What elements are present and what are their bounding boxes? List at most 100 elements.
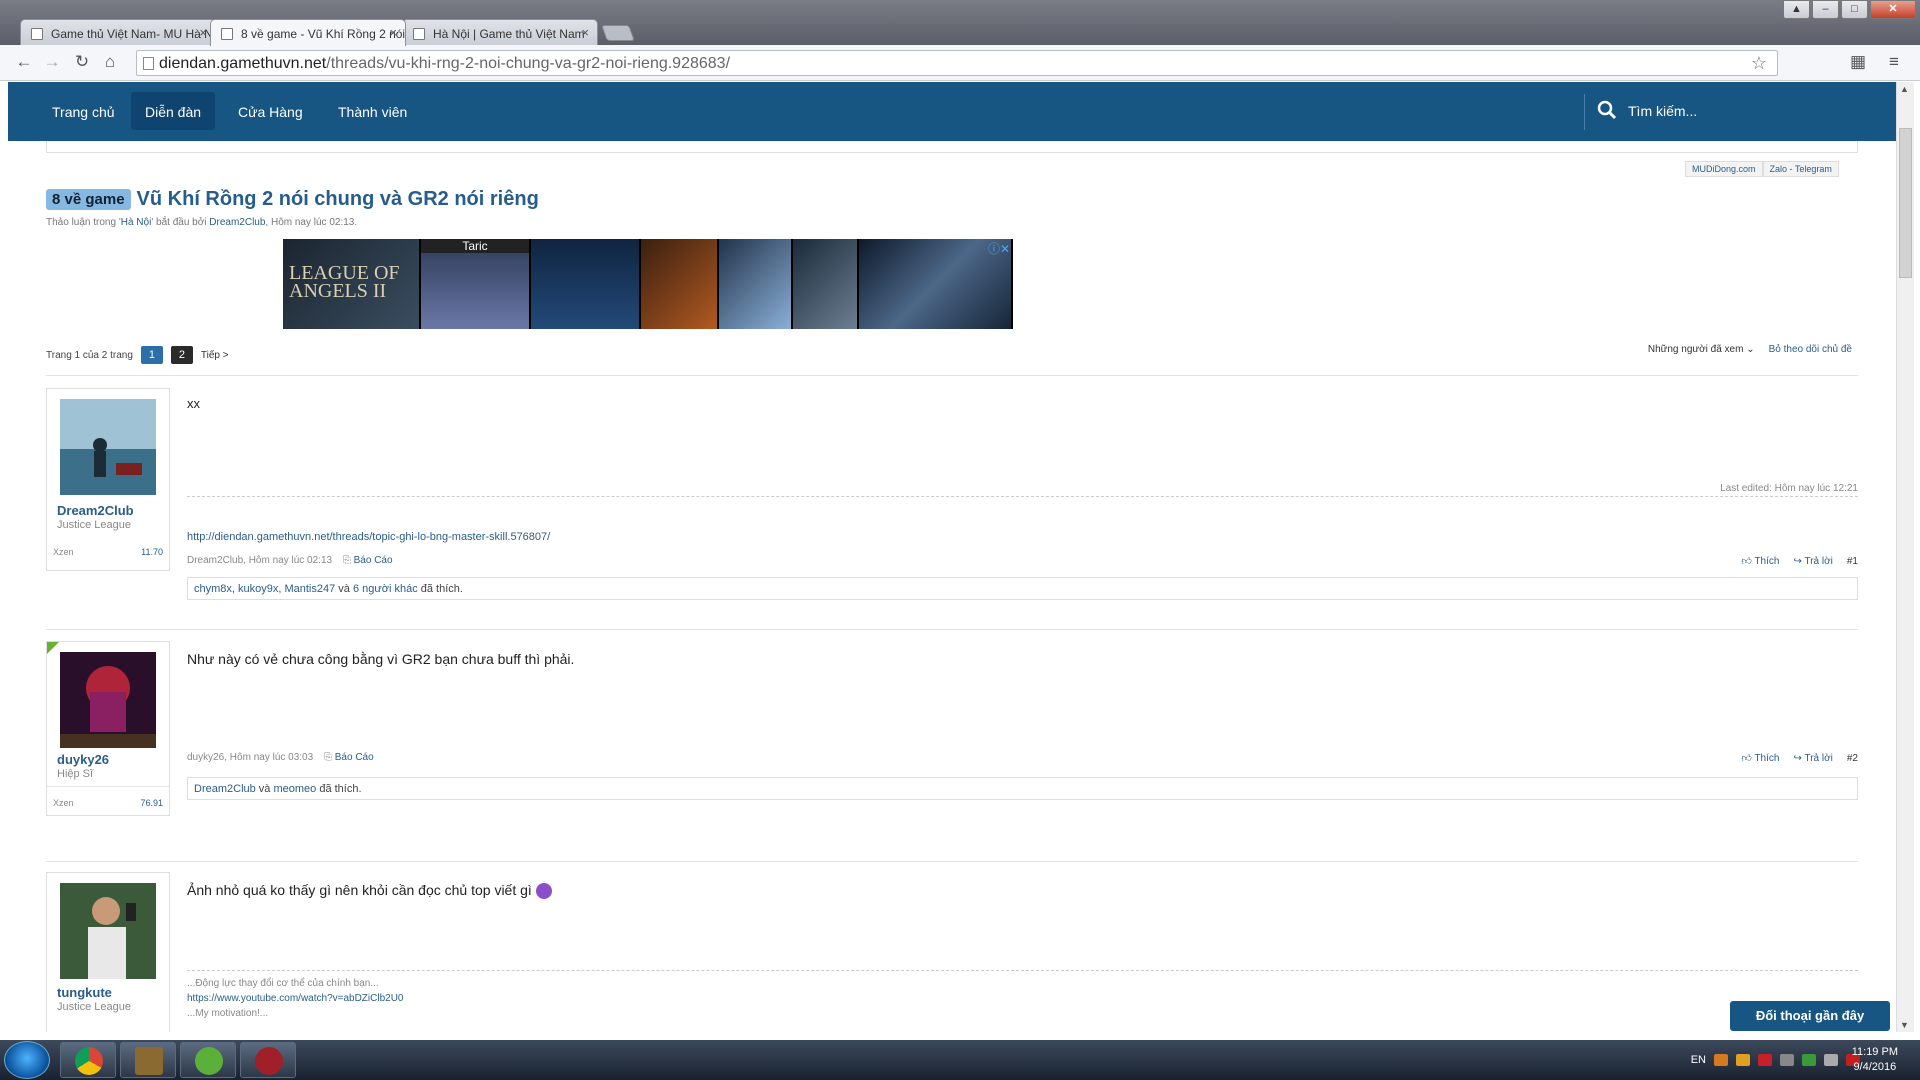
ad-logo: LEAGUE OF ANGELS II	[283, 239, 421, 329]
chrome-icon	[75, 1047, 103, 1075]
home-icon[interactable]: ⌂	[100, 52, 120, 72]
other-likers-link[interactable]: 6 người khác	[353, 583, 418, 595]
menu-icon[interactable]: ≡	[1884, 52, 1904, 72]
user-title: Justice League	[57, 1001, 131, 1013]
ad-character-image	[719, 239, 793, 329]
other-likers-link[interactable]: meomeo	[273, 783, 316, 795]
reload-icon[interactable]: ↻	[72, 52, 92, 72]
username[interactable]: tungkute	[57, 985, 112, 1000]
likers-links[interactable]: Dream2Club	[194, 783, 256, 795]
new-tab-button[interactable]	[601, 25, 635, 41]
page-1-button[interactable]: 1	[140, 346, 163, 364]
close-icon[interactable]: ×	[389, 25, 397, 40]
system-clock[interactable]: 11:19 PM 9/4/2016	[1852, 1045, 1898, 1075]
signature-link[interactable]: https://www.youtube.com/watch?v=abDZiClb…	[187, 993, 404, 1004]
tab-game-thu-viet-nam[interactable]: Game thủ Việt Nam- MU Hà Nội ×	[20, 19, 216, 46]
page-2-button[interactable]: 2	[170, 346, 193, 364]
nav-trang-chu[interactable]: Trang chủ	[38, 92, 129, 130]
post-3: tungkute Justice League Ảnh nhỏ quá ko t…	[46, 872, 1858, 1032]
taskbar-app[interactable]	[180, 1042, 236, 1078]
likes-summary: chym8x, kukoy9x, Mantis247 và 6 người kh…	[187, 577, 1858, 600]
like-label: Thích	[1754, 556, 1780, 567]
post-number[interactable]: #2	[1847, 753, 1858, 764]
nav-thanh-vien[interactable]: Thành viên	[324, 92, 421, 130]
tab-current-thread[interactable]: 8 về game - Vũ Khí Rồng 2 nói chung ×	[210, 19, 406, 46]
post-author-time: Dream2Club, Hôm nay lúc 02:13	[187, 555, 333, 566]
minimize-button[interactable]: –	[1812, 0, 1839, 19]
close-icon[interactable]: ×	[581, 25, 589, 40]
post-message-text: Ảnh nhỏ quá ko thấy gì nên khỏi cần đọc …	[187, 882, 532, 898]
maximize-button[interactable]: □	[1841, 0, 1868, 19]
advertisement-banner[interactable]: LEAGUE OF ANGELS II Taric ⓘ✕	[283, 239, 1013, 329]
close-window-button[interactable]: ✕	[1870, 0, 1916, 19]
tray-app-icon[interactable]	[1802, 1054, 1816, 1066]
user-icon[interactable]: ▲	[1783, 0, 1810, 19]
next-page-link[interactable]: Tiếp >	[201, 350, 229, 361]
link-zalo-telegram[interactable]: Zalo - Telegram	[1762, 161, 1839, 177]
thread-title-row: 8 về game Vũ Khí Rồng 2 nói chung và GR2…	[46, 188, 539, 211]
ad-close-icon[interactable]: ⓘ✕	[988, 240, 1010, 257]
avatar[interactable]	[60, 399, 156, 495]
avatar[interactable]	[60, 883, 156, 979]
likers-links[interactable]: chym8x, kukoy9x, Mantis247	[194, 583, 335, 595]
unwatch-thread-link[interactable]: Bỏ theo dõi chủ đề	[1769, 344, 1852, 355]
network-icon[interactable]	[1824, 1054, 1838, 1066]
scroll-down-icon[interactable]: ▼	[1900, 1020, 1909, 1030]
tray-app-icon[interactable]	[1758, 1054, 1772, 1066]
likes-summary: Dream2Club và meomeo đã thích.	[187, 777, 1858, 800]
post-actions: 👍︎ Thích ↪ Trả lời #1	[1741, 555, 1858, 568]
username[interactable]: duyky26	[57, 752, 109, 767]
thread-prefix[interactable]: 8 về game	[46, 189, 131, 210]
start-button[interactable]	[4, 1041, 50, 1079]
page-icon	[143, 57, 154, 70]
taskbar-app[interactable]	[240, 1042, 296, 1078]
nav-dien-dan[interactable]: Diễn đàn	[131, 92, 216, 130]
extension-icon[interactable]: ▦	[1848, 52, 1868, 72]
bookmark-star-icon[interactable]: ☆	[1751, 53, 1767, 74]
reply-label: Trả lời	[1804, 752, 1833, 764]
signature-link[interactable]: http://diendan.gamethuvn.net/threads/top…	[187, 531, 550, 543]
meta-text: Thảo luận trong '	[46, 217, 121, 228]
recent-conversations-button[interactable]: Đối thoại gần đây	[1730, 1001, 1890, 1031]
post-1-footer: Xzen 11.70 http://diendan.gamethuvn.net/…	[46, 531, 1858, 611]
like-label: Thích	[1754, 753, 1780, 764]
ad-character-image	[793, 239, 859, 329]
report-link[interactable]: ⎘ Báo Cáo	[343, 555, 393, 566]
nav-cua-hang[interactable]: Cửa Hàng	[224, 92, 317, 130]
like-button[interactable]: 👍︎ Thích	[1741, 555, 1779, 567]
post-number[interactable]: #1	[1847, 556, 1858, 567]
reply-icon: ↪	[1793, 555, 1802, 567]
scroll-up-icon[interactable]: ▲	[1900, 84, 1909, 94]
forward-icon[interactable]: →	[42, 52, 62, 72]
tray-app-icon[interactable]	[1714, 1054, 1728, 1066]
scrollbar[interactable]: ▲ ▼	[1896, 82, 1914, 1032]
meta-forum-link[interactable]: Hà Nội	[121, 217, 152, 228]
system-tray: EN	[1691, 1054, 1860, 1066]
tab-ha-noi[interactable]: Hà Nội | Game thủ Việt Nam ×	[402, 19, 598, 46]
tray-app-icon[interactable]	[1736, 1054, 1750, 1066]
meta-author-link[interactable]: Dream2Club	[209, 217, 265, 228]
back-icon[interactable]: ←	[14, 52, 34, 72]
like-button[interactable]: 👍︎ Thích	[1741, 752, 1779, 764]
volume-icon[interactable]	[1780, 1054, 1794, 1066]
watchers-dropdown[interactable]: Những người đã xem ⌄	[1648, 344, 1755, 355]
username[interactable]: Dream2Club	[57, 503, 134, 518]
reply-button[interactable]: ↪ Trả lời	[1793, 556, 1832, 567]
scroll-thumb[interactable]	[1899, 128, 1912, 278]
reply-button[interactable]: ↪ Trả lời	[1793, 753, 1832, 764]
avatar[interactable]	[60, 652, 156, 748]
report-link[interactable]: ⎘ Báo Cáo	[324, 752, 374, 763]
post-message: Như này có vẻ chưa công bằng vì GR2 bạn …	[187, 651, 575, 667]
taskbar-mu-game[interactable]	[120, 1042, 176, 1078]
close-icon[interactable]: ×	[199, 25, 207, 40]
address-bar[interactable]: diendan.gamethuvn.net/threads/vu-khi-rng…	[136, 50, 1778, 76]
link-mudidong[interactable]: MUDiDong.com	[1685, 161, 1763, 177]
user-info-box: Dream2Club Justice League	[46, 388, 170, 543]
signature-line: ...My motivation!...	[187, 1008, 269, 1019]
search-icon[interactable]	[1596, 99, 1618, 121]
language-indicator[interactable]: EN	[1691, 1054, 1706, 1066]
search-input[interactable]: Tìm kiếm...	[1628, 103, 1697, 119]
taskbar: EN 11:19 PM 9/4/2016	[0, 1040, 1920, 1080]
divider	[46, 375, 1858, 376]
taskbar-chrome[interactable]	[60, 1042, 116, 1078]
